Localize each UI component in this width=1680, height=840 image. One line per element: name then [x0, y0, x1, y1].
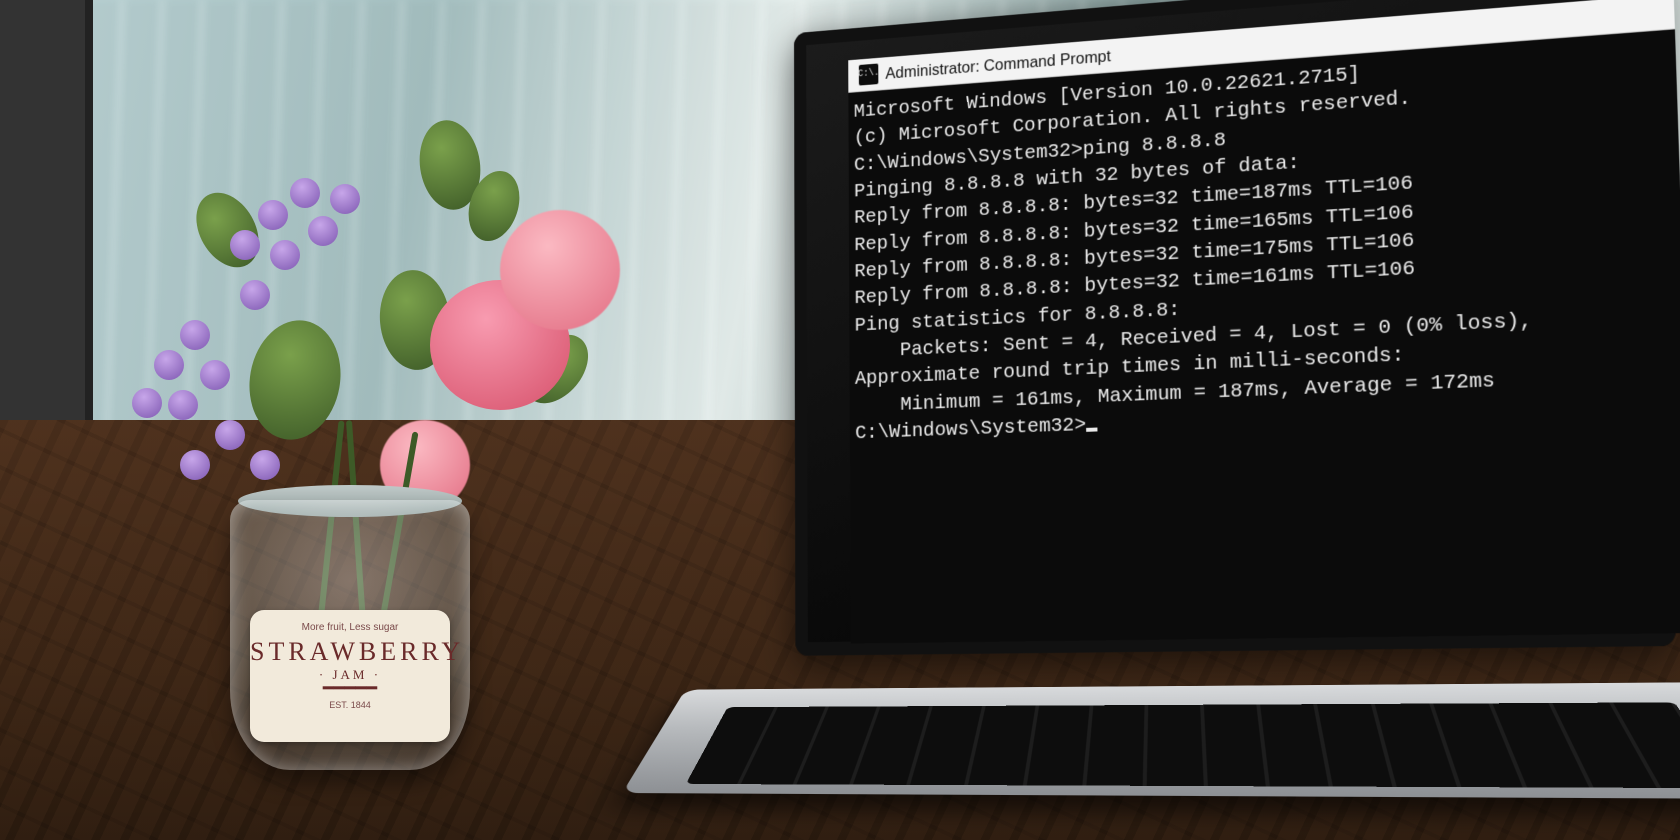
- command-prompt-window[interactable]: C:\. Administrator: Command Prompt Micro…: [848, 0, 1680, 644]
- jar-label-divider: ━━━━━: [250, 683, 450, 694]
- cmd-terminal-output[interactable]: Microsoft Windows [Version 10.0.22621.27…: [848, 29, 1680, 643]
- jar-tagline: More fruit, Less sugar: [250, 622, 450, 633]
- laptop-bezel: C:\. Administrator: Command Prompt Micro…: [794, 0, 1676, 656]
- cmd-icon-glyph: C:\.: [858, 69, 879, 80]
- jar-est: EST. 1844: [250, 700, 450, 710]
- cmd-icon: C:\.: [859, 63, 879, 85]
- laptop: C:\. Administrator: Command Prompt Micro…: [759, 0, 1680, 840]
- cmd-cursor: [1086, 428, 1097, 432]
- jar-brand: STRAWBERRY: [250, 637, 450, 667]
- laptop-screen: C:\. Administrator: Command Prompt Micro…: [848, 0, 1680, 644]
- jar-label: More fruit, Less sugar STRAWBERRY · JAM …: [250, 610, 450, 742]
- window-frame: [0, 0, 93, 470]
- laptop-keyboard[interactable]: [686, 702, 1680, 788]
